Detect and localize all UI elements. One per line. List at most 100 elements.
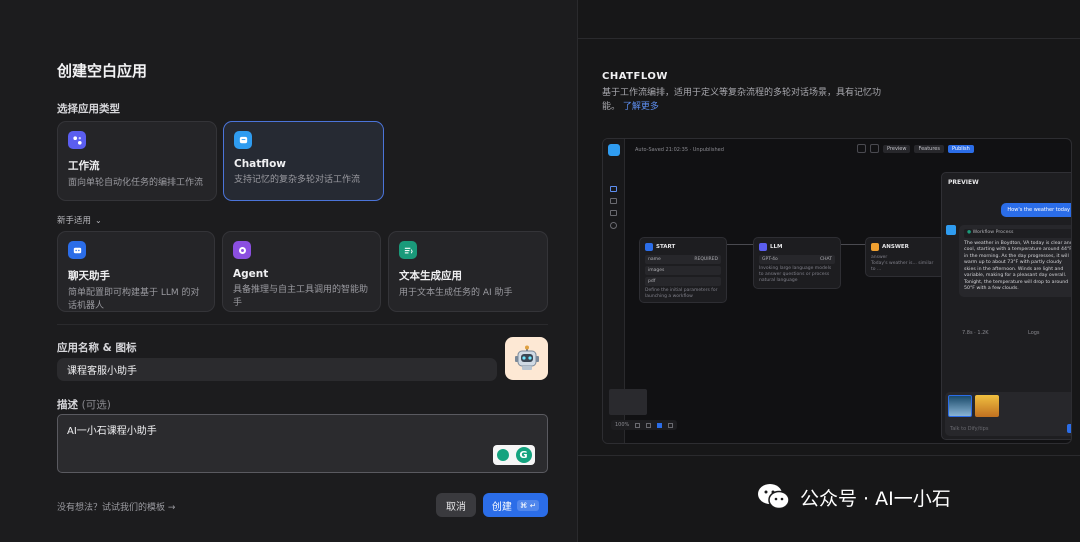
app-icon-picker[interactable]	[505, 337, 548, 380]
workflow-process: ● Workflow Process	[964, 229, 1071, 238]
watermark-text: 公众号 · AI一小石	[800, 487, 951, 510]
chat-input: Talk to Dify/tips	[945, 392, 1071, 436]
card-agent[interactable]: Agent 具备推理与自主工具调用的智能助手	[222, 231, 381, 312]
screen: 创建空白应用 选择应用类型 工作流 面向单轮自动化任务的编排工作流 Chatfl…	[0, 0, 1080, 542]
node-start: START name REQUIRED images pdf Define th…	[639, 237, 727, 303]
user-message: How's the weather today	[1001, 203, 1071, 217]
template-link[interactable]: 没有想法？试试我们的模板 →	[57, 500, 175, 513]
shortcut-hint: ⌘ ↵	[516, 499, 540, 511]
edge	[727, 244, 753, 245]
history-icon	[857, 144, 866, 153]
hand-icon	[668, 422, 674, 428]
node-title: START	[656, 244, 676, 250]
agent-icon	[233, 241, 251, 259]
edge	[841, 244, 865, 245]
node-title: LLM	[770, 244, 783, 250]
image-thumb	[948, 395, 972, 417]
text-gen-icon	[399, 241, 417, 259]
node-desc: Today's weather is... similar to ...	[871, 261, 934, 272]
card-workflow[interactable]: 工作流 面向单轮自动化任务的编排工作流	[57, 121, 217, 201]
divider	[578, 455, 1080, 456]
card-title: 文本生成应用	[399, 270, 462, 282]
chevron-down-icon: ⌄	[95, 215, 102, 225]
bot-message: ● Workflow Process The weather in Boydto…	[959, 225, 1072, 297]
preview-description: 基于工作流编排，适用于定义等复杂流程的多轮对话场景，具有记忆功能。 了解更多	[602, 86, 892, 114]
frame-toolbar: Preview Features Publish	[857, 144, 974, 153]
beginner-toggle-label: 新手适用	[57, 216, 92, 226]
watermark: 公众号 · AI一小石	[756, 482, 951, 512]
editor-icon	[610, 186, 617, 192]
preview-title: CHATFLOW	[602, 71, 668, 82]
card-chatflow[interactable]: Chatflow 支持记忆的复杂多轮对话工作流	[223, 121, 384, 201]
dify-logo-icon	[607, 144, 620, 156]
bot-text: The weather in Boydton, VA today is clea…	[964, 240, 1072, 292]
chat-placeholder: Talk to Dify/tips	[950, 426, 989, 432]
divider	[57, 324, 548, 325]
desc-label-text: 描述	[57, 399, 78, 411]
card-desc: 具备推理与自主工具调用的智能助手	[233, 285, 369, 308]
image-thumb	[975, 395, 999, 417]
card-text-generation[interactable]: 文本生成应用 用于文本生成任务的 AI 助手	[388, 231, 548, 312]
card-desc: 面向单轮自动化任务的编排工作流	[68, 178, 204, 188]
panel-title: PREVIEW	[948, 179, 979, 186]
chatflow-icon	[234, 131, 252, 149]
node-answer: ANSWER answer Today's weather is... simi…	[865, 237, 945, 277]
divider	[578, 38, 1080, 39]
workflow-icon	[68, 131, 86, 149]
cancel-label: 取消	[446, 501, 466, 513]
env-icon	[870, 144, 879, 153]
field-row: name REQUIRED	[645, 255, 721, 264]
frame-preview-btn: Preview	[883, 144, 911, 153]
wechat-icon	[758, 484, 790, 510]
model-row: GPT-4o CHAT	[759, 255, 835, 264]
card-title: 聊天助手	[68, 270, 110, 282]
field-row: images	[645, 266, 721, 275]
field-required: REQUIRED	[694, 257, 718, 262]
annotation-icon	[610, 210, 617, 216]
app-name-input[interactable]: 课程客服小助手	[57, 358, 497, 381]
frame-app-title: Auto-Saved 21:02:35 · Unpublished	[635, 147, 724, 153]
node-desc: Define the initial parameters for launch…	[645, 288, 718, 299]
zoom-toolbar: 100%	[611, 420, 678, 430]
beginner-toggle[interactable]: 新手适用 ⌄	[57, 214, 102, 227]
robot-icon	[514, 345, 539, 370]
name-label: 应用名称 & 图标	[57, 342, 137, 354]
undo-icon	[635, 422, 641, 428]
card-title: Agent	[233, 268, 269, 280]
card-desc: 用于文本生成任务的 AI 助手	[399, 288, 513, 298]
field-name: name	[648, 257, 661, 262]
frame-preview-panel: PREVIEW How's the weather today ● Workfl…	[941, 172, 1072, 440]
type-preview-pane: CHATFLOW 基于工作流编排，适用于定义等复杂流程的多轮对话场景，具有记忆功…	[577, 0, 1080, 542]
app-type-label: 选择应用类型	[57, 103, 120, 115]
zoom-level: 100%	[615, 422, 630, 428]
logs-icon	[610, 198, 617, 204]
grammarly-icon[interactable]: G	[493, 445, 535, 465]
card-title: 工作流	[68, 160, 100, 172]
description-textarea[interactable]: AI一小石课程小助手 G	[57, 414, 548, 473]
minimap	[609, 389, 647, 415]
desc-optional: (可选)	[81, 399, 111, 411]
description-text: AI一小石课程小助手	[67, 426, 157, 437]
chat-assistant-icon	[68, 241, 86, 259]
cancel-button[interactable]: 取消	[436, 493, 476, 517]
workflow-process-label: Workflow Process	[972, 230, 1014, 235]
send-icon	[1067, 424, 1071, 433]
learn-more-link[interactable]: 了解更多	[623, 102, 659, 112]
field-row: pdf	[645, 277, 721, 286]
chatflow-screenshot: Auto-Saved 21:02:35 · Unpublished Previe…	[602, 138, 1072, 444]
card-desc: 简单配置即可构建基于 LLM 的对话机器人	[68, 288, 200, 311]
frame-features-btn: Features	[914, 144, 944, 153]
card-title: Chatflow	[234, 158, 286, 170]
create-label: 创建	[491, 501, 512, 513]
message-meta: 7.8s · 1.2K	[962, 330, 989, 336]
redo-icon	[646, 422, 652, 428]
create-app-dialog: 创建空白应用 选择应用类型 工作流 面向单轮自动化任务的编排工作流 Chatfl…	[0, 0, 577, 542]
node-desc: Invoking large language models to answer…	[759, 266, 832, 283]
card-desc: 支持记忆的复杂多轮对话工作流	[234, 175, 361, 185]
dialog-title: 创建空白应用	[57, 62, 148, 80]
bot-avatar	[946, 225, 956, 235]
create-button[interactable]: 创建 ⌘ ↵	[483, 493, 548, 517]
model-name: GPT-4o	[762, 257, 778, 262]
node-llm: LLM GPT-4o CHAT Invoking large language …	[753, 237, 841, 289]
card-chat-assistant[interactable]: 聊天助手 简单配置即可构建基于 LLM 的对话机器人	[57, 231, 215, 312]
